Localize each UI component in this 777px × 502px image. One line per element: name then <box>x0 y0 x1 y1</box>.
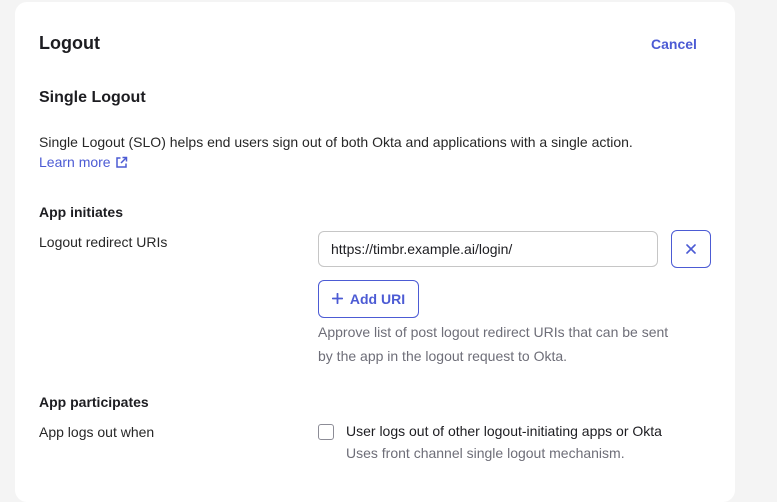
redirect-uris-help-text: Approve list of post logout redirect URI… <box>318 320 718 368</box>
add-uri-button[interactable]: Add URI <box>318 280 419 318</box>
plus-icon <box>331 291 343 307</box>
app-logs-out-when-label: App logs out when <box>39 424 155 440</box>
group-heading-app-participates: App participates <box>39 394 149 410</box>
help-text-line-1: Approve list of post logout redirect URI… <box>318 324 669 340</box>
front-channel-slo-hint: Uses front channel single logout mechani… <box>346 445 625 461</box>
front-channel-slo-label[interactable]: User logs out of other logout-initiating… <box>346 423 662 439</box>
external-link-icon <box>115 156 128 169</box>
logout-panel: Logout Cancel Single Logout Single Logou… <box>15 2 735 502</box>
logout-redirect-uri-input[interactable] <box>318 231 658 267</box>
group-heading-app-initiates: App initiates <box>39 204 124 220</box>
logout-redirect-uris-label: Logout redirect URIs <box>39 234 168 250</box>
section-heading-single-logout: Single Logout <box>39 89 146 106</box>
cancel-button[interactable]: Cancel <box>651 36 697 52</box>
remove-uri-button[interactable] <box>671 230 711 268</box>
learn-more-link[interactable]: Learn more <box>39 154 128 170</box>
front-channel-slo-checkbox[interactable] <box>318 424 334 440</box>
panel-title: Logout <box>39 33 100 53</box>
learn-more-label: Learn more <box>39 154 111 170</box>
help-text-line-2: by the app in the logout request to Okta… <box>318 348 568 364</box>
add-uri-label: Add URI <box>349 291 406 307</box>
single-logout-description: Single Logout (SLO) helps end users sign… <box>39 134 633 150</box>
close-icon <box>686 242 696 257</box>
